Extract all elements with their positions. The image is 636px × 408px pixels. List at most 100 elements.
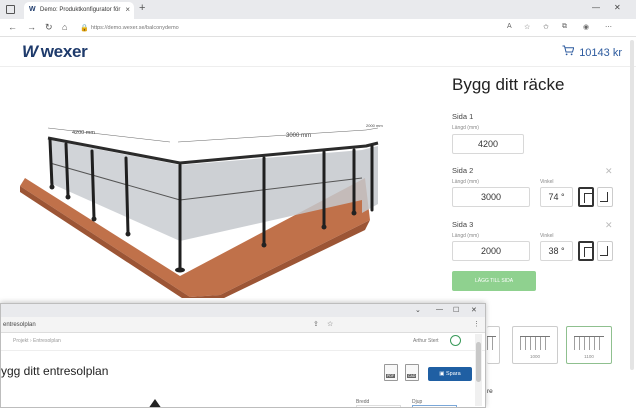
railing-preview-icon [574,336,604,350]
railing-post [64,142,70,198]
lock-icon: 🔒 [80,25,89,32]
dimension-line-middle [177,129,367,143]
config-title: Bygg ditt räcke [452,75,565,94]
profile-icon[interactable]: ◉ [583,23,589,31]
side-1-length-label: Längd (mm) [452,125,479,131]
window2-tab-title: entresolplan [3,322,36,328]
window2-close-icon[interactable]: ✕ [471,306,477,314]
remove-side-2-icon[interactable]: ✕ [605,166,613,177]
new-tab-icon[interactable]: + [139,2,145,14]
side-3-label: Sida 3 [452,220,474,229]
glass-panel-left [50,140,180,241]
logo-text: wexer [40,42,88,61]
post-foot [125,231,131,237]
avatar-icon[interactable] [450,335,461,346]
dimension-label-left: 4200 mm [72,130,95,136]
post-foot [321,224,327,230]
window2-share-icon[interactable]: ⇪ [313,320,319,328]
post-foot [351,210,357,216]
cart-button[interactable]: 10143 kr [562,45,622,59]
remove-side-3-icon[interactable]: ✕ [605,220,613,231]
cad-download-icon[interactable]: CAD [405,364,419,381]
side-2-corner-left-button[interactable] [578,187,594,207]
window2-maximize-icon[interactable]: ☐ [453,306,459,314]
window2-star-icon[interactable]: ☆ [327,320,333,328]
arrow-up-icon [149,399,161,407]
side-3-length-input[interactable]: 2000 [452,241,530,261]
window2-address-bar[interactable]: entresolplan ⇪ ☆ ⋮ [1,317,485,333]
pdf-label: PDF [386,374,395,378]
window2-scrollbar[interactable] [475,334,482,406]
railing-preview-1000[interactable]: 1000 [512,326,558,364]
favorites-add-icon[interactable]: ☆ [524,23,530,31]
railing-preview-1100[interactable]: 1100 [566,326,612,364]
tab-close-icon[interactable]: × [125,5,130,14]
railing-preview-icon [520,336,550,350]
close-window-icon[interactable]: ✕ [614,3,621,12]
second-browser-window: ⌄ — ☐ ✕ entresolplan ⇪ ☆ ⋮ Projekt › Ent… [0,303,486,408]
save-label: Spara [446,371,461,377]
wexer-favicon-icon: W [29,6,36,13]
browser-address-bar: ← → ↻ ⌂ 🔒 https://demo.wexer.se/balconyd… [0,19,636,37]
save-icon: ▣ [439,371,447,377]
railing-preview-caption: 1100 [584,354,594,359]
wexer-logo-mark-icon: W [22,42,38,61]
browser-tab[interactable]: W Demo: Produktkonfigurator för × [24,2,134,19]
collections-icon[interactable]: ⧉ [562,23,567,31]
side-2-length-input[interactable]: 3000 [452,187,530,207]
window2-more-icon[interactable]: ⋮ [473,320,480,328]
side-2-corner-right-button[interactable] [597,187,613,207]
side-3-corner-right-button[interactable] [597,241,613,261]
window2-title-bar: ⌄ — ☐ ✕ [1,304,485,317]
dimension-label-right: 2000 mm [366,123,383,128]
cart-icon [562,45,575,59]
section-heading-partial: re [487,388,493,395]
railing-post [124,156,130,235]
window2-subheader: Projekt › Entresolplan Arthur Stert [1,333,485,351]
read-aloud-icon[interactable]: A [507,23,512,30]
window-menu-icon[interactable] [6,5,15,14]
cad-label: CAD [407,374,417,378]
dimension-line-right [365,127,379,131]
site-header: Wwexer 10143 kr [0,37,636,67]
wexer-logo[interactable]: Wwexer [22,42,88,62]
side-3-length-label: Längd (mm) [452,233,479,239]
post-foot [91,216,97,222]
post-foot [175,267,185,273]
more-menu-icon[interactable]: ⋯ [605,23,612,31]
side-1-length-input[interactable]: 4200 [452,134,524,154]
url-field[interactable]: 🔒 https://demo.wexer.se/balconydemo [77,22,487,34]
back-icon[interactable]: ← [8,22,17,32]
window2-page-title: ygg ditt entresolplan [1,364,109,378]
favorites-icon[interactable]: ✩ [543,23,549,31]
url-text: https://demo.wexer.se/balconydemo [91,25,179,31]
browser-tab-bar: W Demo: Produktkonfigurator för × + — ✕ [0,0,636,19]
reload-icon[interactable]: ↻ [45,22,53,33]
railing-post [90,149,96,220]
add-side-button[interactable]: LÄGG TILL SIDA [452,271,536,291]
tab-title: Demo: Produktkonfigurator för [40,7,121,13]
minimize-icon[interactable]: — [592,3,600,12]
railing-preview-caption: 1000 [529,354,540,359]
railing-post [48,138,54,188]
railing-preview-partial[interactable] [487,326,500,364]
save-button[interactable]: ▣ Spara [428,367,472,381]
side-2-angle-label: Vinkel [540,179,554,185]
railing-preview-icon [487,336,496,350]
home-icon[interactable]: ⌂ [62,22,67,32]
window2-chevron-down-icon[interactable]: ⌄ [415,306,421,314]
dimension-line-left [47,127,171,143]
post-foot [49,184,55,190]
side-2-label: Sida 2 [452,166,474,175]
breadcrumb[interactable]: Projekt › Entresolplan [13,338,61,344]
side-3-corner-left-button[interactable] [578,241,594,261]
side-3-angle-input[interactable]: 38 ° [540,241,573,261]
forward-icon[interactable]: → [27,22,36,32]
pdf-download-icon[interactable]: PDF [384,364,398,381]
side-2-angle-input[interactable]: 74 ° [540,187,573,207]
side-2-length-label: Längd (mm) [452,179,479,185]
glass-panel-right [362,146,378,213]
railing-3d-view[interactable]: 4200 mm 3000 mm 2000 mm [20,108,430,298]
window2-minimize-icon[interactable]: — [436,306,443,313]
page-scrollbar[interactable] [630,40,634,370]
